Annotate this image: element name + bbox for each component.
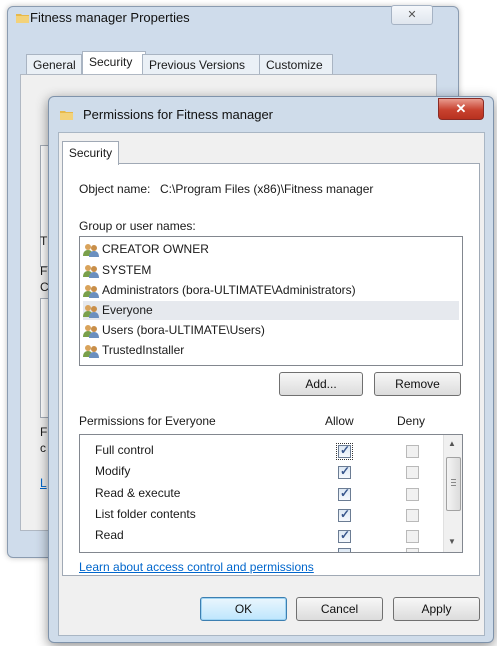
ok-button[interactable]: OK (200, 597, 287, 621)
group-names-label: Group or user names: (79, 219, 196, 233)
scrollbar-thumb[interactable] (446, 457, 461, 511)
permission-name: Read (95, 528, 124, 542)
cancel-button[interactable]: Cancel (296, 597, 383, 621)
security-panel: Object name: C:\Program Files (x86)\Fitn… (62, 163, 480, 576)
permission-name: Read & execute (95, 486, 181, 500)
users-icon (83, 264, 99, 278)
grip-icon (451, 479, 456, 480)
obscured-label: F (40, 264, 48, 278)
obscured-label: F (40, 425, 48, 439)
deny-checkbox[interactable] (406, 530, 419, 543)
user-name: TrustedInstaller (102, 343, 185, 357)
tab-customize[interactable]: Customize (259, 54, 333, 75)
tab-security[interactable]: Security (82, 51, 146, 75)
check-icon: ✓ (340, 528, 351, 542)
folder-icon (16, 14, 29, 23)
dialog-title: Permissions for Fitness manager (83, 107, 274, 122)
list-item[interactable]: Administrators (bora-ULTIMATE\Administra… (83, 281, 459, 300)
deny-header: Deny (397, 414, 426, 428)
list-item[interactable]: TrustedInstaller (83, 341, 459, 360)
obscured-link[interactable]: L (40, 476, 47, 490)
allow-checkbox[interactable]: ✓ (336, 443, 353, 460)
users-icon (83, 344, 99, 358)
users-icon (83, 324, 99, 338)
tab-security[interactable]: Security (62, 141, 119, 165)
obscured-label: T (40, 234, 48, 248)
users-icon (83, 304, 99, 318)
deny-checkbox[interactable] (406, 445, 419, 458)
permission-name: List folder contents (95, 507, 196, 521)
allow-checkbox[interactable]: ✓ (338, 486, 351, 501)
deny-checkbox[interactable] (406, 488, 419, 501)
deny-checkbox[interactable] (406, 509, 419, 522)
permissions-label: Permissions for Everyone (79, 414, 216, 428)
user-list[interactable]: CREATOR OWNER SYSTEM Administrators (bor… (79, 236, 463, 366)
list-item-selected[interactable]: Everyone (83, 301, 459, 320)
tab-general[interactable]: General (26, 54, 82, 75)
scroll-down-icon[interactable]: ▼ (448, 537, 456, 546)
properties-close-button[interactable]: ✕ (391, 5, 433, 25)
tab-previous-versions[interactable]: Previous Versions (142, 54, 266, 75)
users-icon (83, 284, 99, 298)
properties-tab-bar: General Security Previous Versions Custo… (26, 51, 426, 76)
allow-header: Allow (325, 414, 354, 428)
permissions-scrollbar[interactable]: ▲ ▼ (443, 435, 462, 552)
permission-name: Modify (95, 464, 131, 478)
close-button[interactable]: ✕ (438, 98, 484, 120)
permissions-dialog: Permissions for Fitness manager ✕ Securi… (48, 96, 494, 643)
allow-checkbox[interactable]: ✓ (338, 464, 351, 479)
apply-button[interactable]: Apply (393, 597, 480, 621)
object-name-value: C:\Program Files (x86)\Fitness manager (160, 182, 374, 196)
check-icon: ✓ (340, 486, 351, 500)
users-icon (83, 243, 99, 257)
permissions-list: Full control ✓ Modify ✓ Read & execute ✓… (79, 434, 463, 553)
list-item[interactable]: Users (bora-ULTIMATE\Users) (83, 321, 459, 340)
folder-icon (60, 111, 73, 120)
deny-checkbox[interactable] (406, 466, 419, 479)
remove-button[interactable]: Remove (374, 372, 461, 396)
permission-name: Full control (95, 443, 154, 457)
scroll-up-icon[interactable]: ▲ (448, 439, 456, 448)
user-name: Everyone (102, 303, 153, 317)
object-name-label: Object name: (79, 182, 151, 196)
user-name: SYSTEM (102, 263, 152, 277)
allow-checkbox[interactable]: ✓ (338, 528, 351, 543)
list-item[interactable]: SYSTEM (83, 261, 459, 280)
check-icon: ✓ (340, 464, 351, 478)
check-icon: ✓ (340, 507, 351, 521)
focus-rect (336, 443, 353, 460)
list-item[interactable]: CREATOR OWNER (83, 240, 459, 259)
learn-more-link[interactable]: Learn about access control and permissio… (79, 560, 314, 574)
allow-checkbox[interactable]: ✓ (338, 507, 351, 522)
deny-checkbox[interactable] (406, 548, 419, 552)
add-button[interactable]: Add... (279, 372, 363, 396)
user-name: CREATOR OWNER (102, 242, 209, 256)
user-name: Administrators (bora-ULTIMATE\Administra… (102, 283, 356, 297)
obscured-label: c (40, 441, 46, 455)
user-name: Users (bora-ULTIMATE\Users) (102, 323, 265, 337)
properties-window-title: Fitness manager Properties (30, 10, 190, 25)
allow-checkbox[interactable] (338, 548, 351, 552)
